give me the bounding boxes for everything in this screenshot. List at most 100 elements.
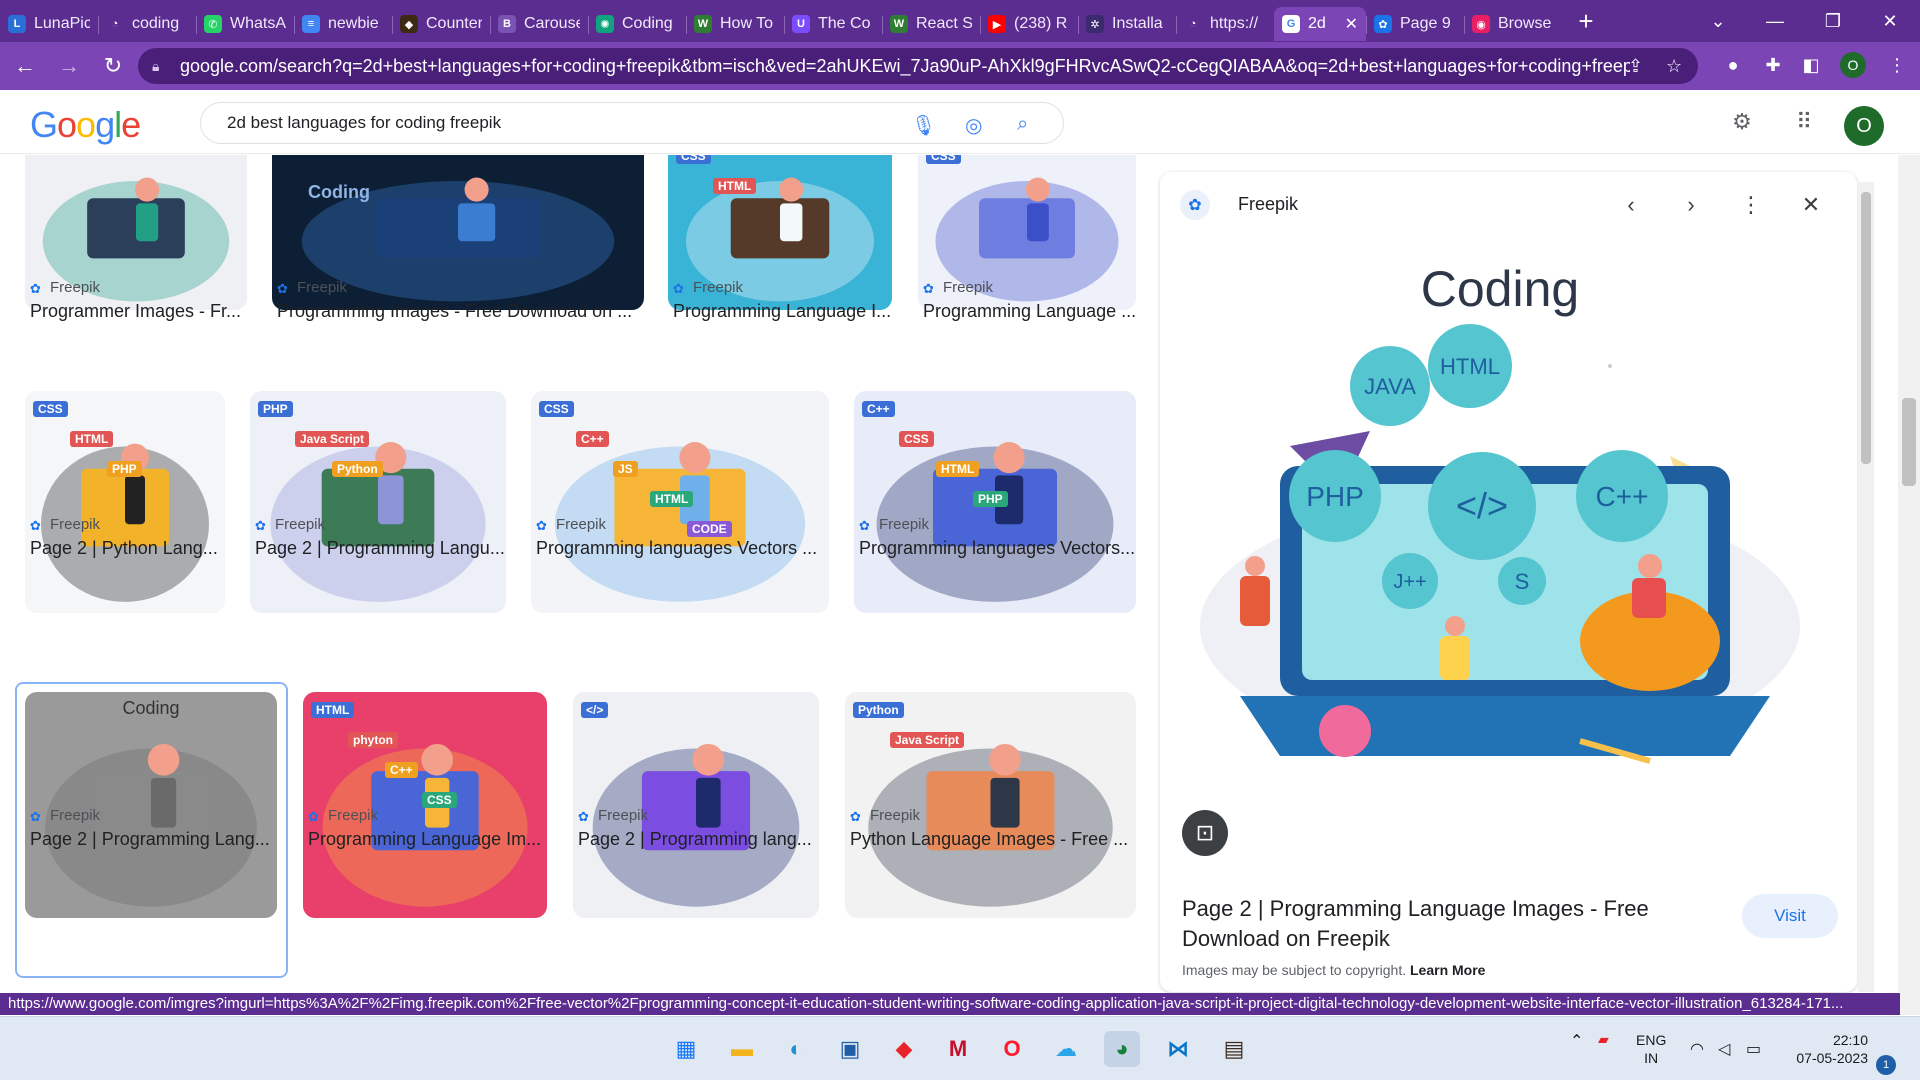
browser-tab[interactable]: ✲ Installa: [1078, 7, 1176, 41]
result-source[interactable]: ✿ Freepik: [859, 516, 929, 533]
app-diamond-icon[interactable]: ◆: [886, 1031, 922, 1067]
result-title[interactable]: Programming Language ...: [923, 301, 1150, 322]
account-avatar[interactable]: O: [1844, 106, 1884, 146]
close-panel-icon[interactable]: ✕: [1796, 190, 1826, 220]
result-source[interactable]: ✿ Freepik: [536, 516, 606, 533]
settings-gear-icon[interactable]: ⚙: [1724, 104, 1760, 140]
result-thumbnail[interactable]: </>: [573, 692, 819, 918]
search-icon[interactable]: ⌕: [1017, 113, 1028, 136]
browser-tab[interactable]: G 2d ✕: [1274, 7, 1366, 41]
minimize-icon[interactable]: —: [1747, 0, 1803, 42]
extension-badge-icon[interactable]: ●: [1718, 50, 1748, 80]
result-thumbnail[interactable]: Coding: [25, 692, 277, 918]
address-bar[interactable]: 🔒︎ google.com/search?q=2d+best+languages…: [138, 48, 1698, 84]
browser-tab[interactable]: U The Co: [784, 7, 882, 41]
battery-icon[interactable]: ▭: [1746, 1039, 1761, 1059]
weather-app-icon[interactable]: ☁: [1048, 1031, 1084, 1067]
browser-tab[interactable]: B Carousel: [490, 7, 588, 41]
result-title[interactable]: Page 2 | Programming lang...: [578, 829, 834, 850]
tray-overflow-icon[interactable]: ⌃: [1570, 1031, 1583, 1051]
google-logo[interactable]: Google: [30, 104, 141, 146]
result-source[interactable]: ✿ Freepik: [255, 516, 325, 533]
result-source[interactable]: ✿ Freepik: [30, 516, 100, 533]
close-window-icon[interactable]: ✕: [1862, 0, 1918, 42]
result-title[interactable]: Page 2 | Programming Lang...: [30, 829, 292, 850]
back-arrow-icon[interactable]: ←: [6, 47, 44, 85]
panel-source-name[interactable]: Freepik: [1238, 194, 1298, 215]
clock[interactable]: 22:10 07-05-2023: [1788, 1031, 1868, 1067]
panel-title[interactable]: Page 2 | Programming Language Images - F…: [1182, 894, 1702, 954]
apps-grid-icon[interactable]: ⠿: [1786, 104, 1822, 140]
result-title[interactable]: Programming languages Vectors ...: [536, 538, 844, 559]
start-windows-icon[interactable]: ▦: [668, 1031, 704, 1067]
search-box[interactable]: 2d best languages for coding freepik 🎙︎ …: [200, 102, 1064, 144]
result-title[interactable]: Programming Images - Free Download on ..…: [277, 301, 659, 322]
previous-image-icon[interactable]: ‹: [1616, 190, 1646, 220]
browser-profile-avatar[interactable]: O: [1840, 52, 1866, 78]
result-source[interactable]: ✿ Freepik: [30, 279, 100, 296]
bookmark-star-icon[interactable]: ☆: [1666, 56, 1682, 77]
browser-tab[interactable]: ✺ Coding: [588, 7, 686, 41]
language-indicator[interactable]: ENG IN: [1636, 1031, 1666, 1067]
browser-tab[interactable]: ◔ coding: [98, 7, 196, 41]
new-tab-button[interactable]: +: [1566, 4, 1606, 38]
volume-icon[interactable]: ◁: [1718, 1039, 1730, 1059]
result-source[interactable]: ✿ Freepik: [308, 807, 378, 824]
result-source[interactable]: ✿ Freepik: [578, 807, 648, 824]
reload-icon[interactable]: ↻: [94, 47, 132, 85]
result-title[interactable]: Programmer Images - Fr...: [30, 301, 262, 322]
browser-tab[interactable]: ≡ newbie: [294, 7, 392, 41]
google-lens-icon[interactable]: ⊡: [1182, 810, 1228, 856]
result-thumbnail[interactable]: CSS HTML PHP: [25, 391, 225, 613]
share-icon[interactable]: ⇪: [1628, 56, 1643, 77]
chrome-icon[interactable]: ◕: [1104, 1031, 1140, 1067]
tab-close-icon[interactable]: ✕: [1345, 14, 1358, 34]
mcafee-icon[interactable]: M: [940, 1031, 976, 1067]
search-query[interactable]: 2d best languages for coding freepik: [227, 113, 501, 133]
more-options-icon[interactable]: ⋮: [1736, 190, 1766, 220]
side-panel-icon[interactable]: ◧: [1796, 50, 1826, 80]
lens-camera-icon[interactable]: ◎: [965, 113, 982, 138]
result-source[interactable]: ✿ Freepik: [30, 807, 100, 824]
browser-tab[interactable]: L LunaPic: [0, 7, 98, 41]
result-thumbnail[interactable]: PHP Java Script Python: [250, 391, 506, 613]
result-thumbnail[interactable]: Python Java Script: [845, 692, 1136, 918]
forward-arrow-icon[interactable]: →: [50, 47, 88, 85]
edge-icon[interactable]: ◐: [778, 1031, 814, 1067]
wifi-icon[interactable]: ◠: [1690, 1039, 1704, 1059]
browser-tab[interactable]: W How To: [686, 7, 784, 41]
maximize-icon[interactable]: ❐: [1805, 0, 1861, 42]
preview-image[interactable]: Coding JAVA HTML PHP C++ J++ S </>: [1170, 236, 1847, 992]
app-notebook-icon[interactable]: ▤: [1216, 1031, 1252, 1067]
result-thumbnail[interactable]: C++ CSS HTML PHP: [854, 391, 1136, 613]
file-explorer-icon[interactable]: ▬: [724, 1031, 760, 1067]
browser-tab[interactable]: ▶ (238) R: [980, 7, 1078, 41]
extensions-puzzle-icon[interactable]: ✚: [1758, 50, 1788, 80]
next-image-icon[interactable]: ›: [1676, 190, 1706, 220]
voice-search-icon[interactable]: 🎙︎: [911, 113, 936, 138]
result-title[interactable]: Programming Language Im...: [308, 829, 562, 850]
browser-tab[interactable]: ◉ Browse: [1464, 7, 1562, 41]
tray-app-icon[interactable]: ▰: [1598, 1031, 1609, 1048]
learn-more-link[interactable]: Learn More: [1410, 962, 1485, 978]
result-title[interactable]: Python Language Images - Free ...: [850, 829, 1150, 850]
result-thumbnail[interactable]: HTML phyton C++ CSS: [303, 692, 547, 918]
visit-button[interactable]: Visit: [1742, 894, 1838, 938]
result-source[interactable]: ✿ Freepik: [850, 807, 920, 824]
result-title[interactable]: Programming Language I...: [673, 301, 907, 322]
browser-tab[interactable]: ✆ WhatsApp: [196, 7, 294, 41]
result-source[interactable]: ✿ Freepik: [673, 279, 743, 296]
page-scrollbar[interactable]: [1898, 155, 1920, 1015]
vscode-icon[interactable]: ⋈: [1160, 1031, 1196, 1067]
browser-tab[interactable]: ✿ Page 9: [1366, 7, 1464, 41]
result-source[interactable]: ✿ Freepik: [277, 279, 347, 296]
result-title[interactable]: Page 2 | Python Lang...: [30, 538, 240, 559]
opera-icon[interactable]: O: [994, 1031, 1030, 1067]
page-scrollbar-thumb[interactable]: [1902, 398, 1916, 486]
browser-tab[interactable]: ◔ https://: [1176, 7, 1274, 41]
result-title[interactable]: Page 2 | Programming Langu...: [255, 538, 521, 559]
address-url[interactable]: google.com/search?q=2d+best+languages+fo…: [180, 56, 1630, 77]
result-thumbnail[interactable]: CSS C++ JS HTML CODE: [531, 391, 829, 613]
notification-badge[interactable]: 1: [1876, 1055, 1896, 1075]
browser-tab[interactable]: W React S: [882, 7, 980, 41]
